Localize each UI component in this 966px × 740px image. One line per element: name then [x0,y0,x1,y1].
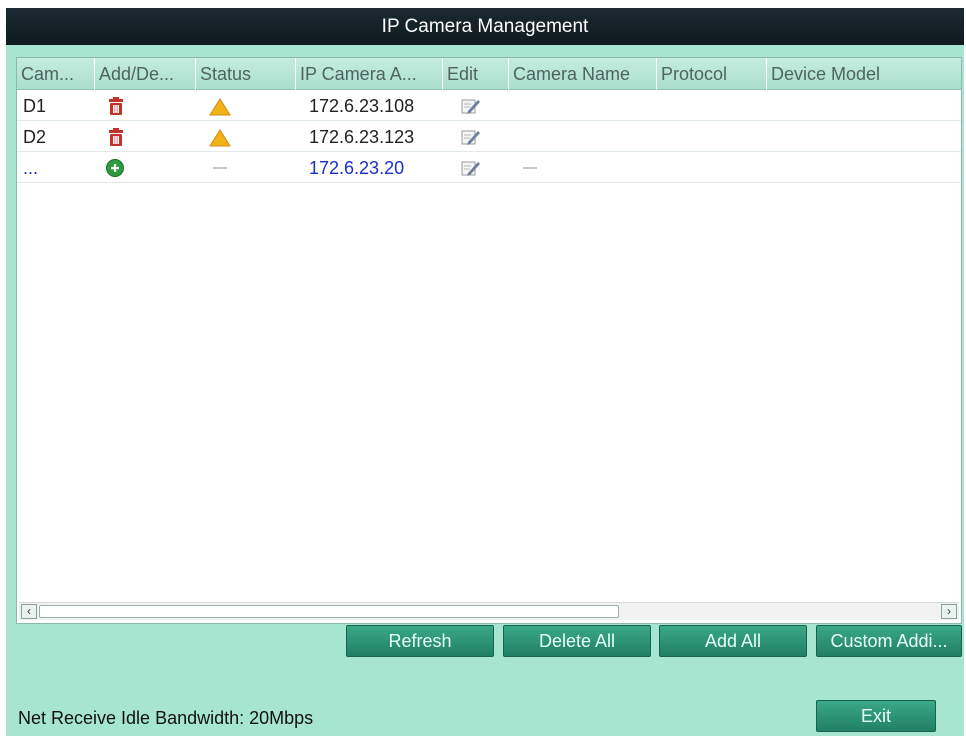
status-empty-dash [213,167,227,169]
camera-id: ... [23,158,39,178]
table-row[interactable]: D2 172.6.23.123 [17,122,961,152]
table-row[interactable]: D1 172.6.23.108 [17,91,961,121]
ip-address: 172.6.23.108 [309,96,415,116]
trash-icon[interactable] [101,91,125,121]
trash-icon[interactable] [101,122,125,152]
scrollbar-thumb[interactable] [39,605,619,618]
warning-icon [203,122,231,152]
column-header-protocol[interactable]: Protocol [657,58,767,90]
column-header-ip-address[interactable]: IP Camera A... [296,58,443,90]
net-receive-bandwidth-label: Net Receive Idle Bandwidth: 20Mbps [18,708,314,728]
ip-address: 172.6.23.123 [309,127,415,147]
scroll-left-arrow-icon[interactable]: ‹ [21,604,37,619]
ip-camera-management-window: IP Camera Management Cam... Add/De... St… [6,8,964,736]
exit-button[interactable]: Exit [816,700,936,732]
edit-icon[interactable] [455,153,481,183]
warning-icon [203,91,231,121]
horizontal-scrollbar[interactable]: ‹ › [19,602,959,620]
camera-id: D2 [23,127,47,147]
add-all-button[interactable]: Add All [659,625,807,657]
camera-table: Cam... Add/De... Status IP Camera A... E… [16,57,962,624]
refresh-button[interactable]: Refresh [346,625,494,657]
delete-all-button[interactable]: Delete All [503,625,651,657]
add-icon[interactable] [99,153,125,183]
table-row[interactable]: ... 172.6.23.20 [17,153,961,183]
table-header: Cam... Add/De... Status IP Camera A... E… [17,58,961,90]
custom-adding-button[interactable]: Custom Addi... [816,625,962,657]
column-header-edit[interactable]: Edit [443,58,509,90]
column-header-add-delete[interactable]: Add/De... [95,58,196,90]
edit-icon[interactable] [455,122,481,152]
ip-address: 172.6.23.20 [309,158,405,178]
window-title: IP Camera Management [6,8,964,45]
column-header-camera[interactable]: Cam... [17,58,95,90]
edit-icon[interactable] [455,91,481,121]
scroll-right-arrow-icon[interactable]: › [941,604,957,619]
camera-id: D1 [23,96,47,116]
column-header-camera-name[interactable]: Camera Name [509,58,657,90]
camera-name-empty-dash [523,167,537,169]
column-header-status[interactable]: Status [196,58,296,90]
column-header-device-model[interactable]: Device Model [767,58,961,90]
